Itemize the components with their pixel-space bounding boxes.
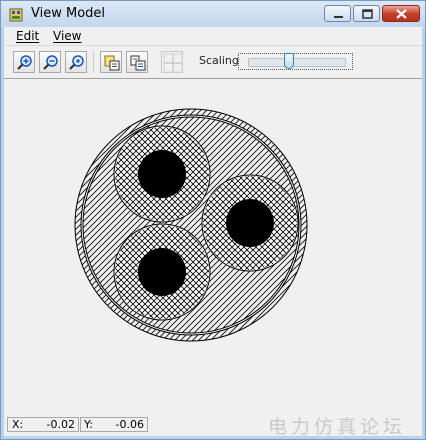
scaling-label: Scaling: [199, 54, 243, 67]
maximize-button[interactable] [353, 5, 380, 22]
y-value: -0.06 [115, 418, 144, 431]
x-coordinate-field: X: -0.02 [7, 417, 79, 432]
close-button[interactable] [382, 5, 420, 22]
zoom-out-icon [43, 55, 58, 70]
x-label: X: [12, 418, 24, 431]
menu-view[interactable]: View [53, 29, 81, 43]
menu-edit[interactable]: Edit [16, 29, 39, 43]
scaling-slider[interactable] [238, 53, 353, 70]
zoom-out-button[interactable] [39, 51, 61, 73]
zoom-in-button[interactable] [13, 51, 35, 73]
y-coordinate-field: Y: -0.06 [80, 417, 148, 432]
window-title: View Model [31, 6, 106, 21]
copy-text-icon [130, 55, 146, 71]
minimize-icon [334, 16, 343, 18]
conductor-phase-2 [201, 174, 299, 272]
title-bar[interactable]: View Model [1, 1, 425, 27]
close-icon [396, 9, 407, 19]
model-canvas[interactable] [4, 78, 422, 413]
view-model-window: View Model Edit View Scaling: X: -0.02 Y… [0, 0, 426, 440]
conductor-phase-3 [113, 223, 211, 321]
copy-bitmap-button[interactable] [100, 51, 122, 73]
copy-text-button[interactable] [126, 51, 148, 73]
grid-icon [163, 53, 183, 73]
y-label: Y: [84, 418, 93, 431]
app-icon [9, 8, 23, 22]
toolbar: Scaling: [4, 45, 422, 78]
menu-bar: Edit View [4, 27, 422, 45]
minimize-button[interactable] [324, 5, 351, 22]
zoom-fit-button[interactable] [65, 51, 87, 73]
watermark: 电力仿真论坛 [268, 416, 407, 438]
toolbar-separator [93, 51, 94, 73]
maximize-icon [362, 9, 373, 19]
x-value: -0.02 [46, 418, 75, 431]
conductor-phase-1 [113, 125, 211, 223]
scaling-slider-track [248, 58, 346, 67]
zoom-fit-icon [69, 55, 84, 70]
scaling-slider-thumb[interactable] [284, 53, 295, 69]
copy-bitmap-icon [104, 55, 120, 71]
zoom-in-icon [17, 55, 32, 70]
cable-cross-section [74, 108, 308, 342]
grid-button[interactable] [161, 51, 183, 73]
